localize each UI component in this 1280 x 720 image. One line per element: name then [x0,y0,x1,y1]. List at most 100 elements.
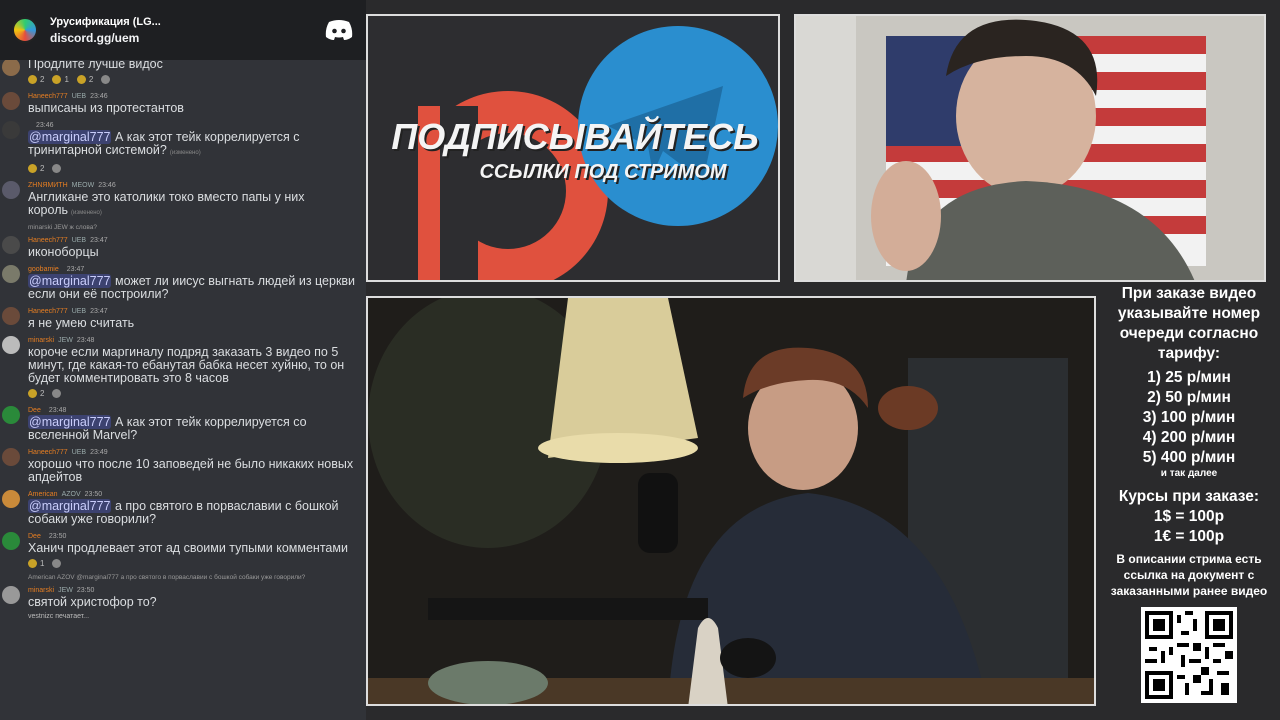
timestamp: 23:47 [66,265,85,273]
emoji-icon [76,75,86,84]
avatar[interactable] [2,532,20,550]
message-text: выписаны из протестантов [28,102,362,115]
reaction-count: 1 [40,559,45,568]
reaction-button[interactable]: 2 [28,389,44,398]
avatar[interactable] [2,336,20,354]
chat-message: minarski JEW 23:50 святой христофор то? [0,584,366,609]
avatar[interactable] [2,236,20,254]
add-reaction-icon[interactable] [52,164,62,173]
tariff-item: 1) 25 р/мин [1147,369,1231,386]
timestamp: 23:48 [48,406,67,414]
chat-message: Haneech777 UEB 23:47 я не умею считать [0,305,366,330]
chat-message: Продлите лучше видос 2 1 2 [0,58,366,86]
chat-message: Dee 23:48 @marginal777 А как этот тейк кор… [0,404,366,442]
reaction-button[interactable]: 2 [76,75,94,84]
timestamp: 23:47 [90,307,108,315]
chat-message: minarski JEW 23:48 короче если маргиналу по… [0,334,366,400]
avatar[interactable] [2,92,20,110]
stream-description-note: В описании стрима есть ссылка на докумен… [1110,552,1268,598]
reaction-count: 1 [64,75,69,84]
discord-icon [325,20,353,40]
rate-item: 1€ = 100р [1153,528,1225,545]
username[interactable]: Haneech777 [28,308,68,315]
qr-code[interactable] [1141,607,1237,703]
avatar[interactable] [2,265,20,283]
reaction-count: 2 [40,389,45,398]
reaction-button[interactable]: 1 [28,559,44,568]
avatar[interactable] [2,58,20,76]
reply-preview[interactable]: American AZOV @marginal777 а про святого… [0,574,366,584]
chat-message: Haneech777 UEB 23:46 выписаны из протестант… [0,90,366,115]
chat-message: Haneech777 UEB 23:49 хорошо что после 10 за… [0,446,366,484]
username[interactable]: Haneech777 [28,449,68,456]
video-image [368,298,1094,704]
reaction-count: 2 [40,164,45,173]
username[interactable]: Dee [28,533,41,540]
message-list: Продлите лучше видос 2 1 2 Haneech777 UEB 23:4… [0,58,366,620]
role-badge: UEB [71,307,87,315]
promo-title: ПОДПИСЫВАЙТЕСЬ [391,116,759,157]
message-body: Англикане это католики токо вместо папы … [28,190,305,217]
user-mention[interactable]: @marginal777 [28,274,112,288]
avatar[interactable] [2,307,20,325]
tariff-item: 5) 400 р/мин [1142,449,1236,466]
timestamp: 23:46 [90,92,108,100]
emoji-icon [28,389,37,398]
emoji-icon [52,75,62,84]
reactions-bar: 1 [28,557,362,570]
avatar[interactable] [2,490,20,508]
avatar[interactable] [2,181,20,199]
reaction-button[interactable]: 1 [52,75,69,84]
timestamp: 23:48 [76,336,95,344]
message-text: короче если маргиналу подряд заказать 3 … [28,346,362,385]
timestamp: 23:50 [84,490,103,498]
promo-banner: ПОДПИСЫВАЙТЕСЬ ССЫЛКИ ПОД СТРИМОМ [366,14,780,282]
role-badge: UEB [71,448,87,456]
reaction-count: 2 [88,75,94,84]
edited-label: (изменено) [71,210,102,216]
chat-message: 23:46 @marginal777 А как этот тейк коррел… [0,119,366,175]
avatar[interactable] [2,448,20,466]
server-icon [12,17,38,43]
avatar[interactable] [2,406,20,424]
add-reaction-icon[interactable] [52,559,62,568]
server-name: Урусификация (LG... [50,15,161,28]
chat-message: goobamie 23:47 @marginal777 может ли иисус… [0,263,366,301]
timestamp: 23:50 [76,586,95,594]
chat-message: Dee 23:50 Ханич продлевает этот ад своими … [0,530,366,570]
reaction-button[interactable]: 2 [28,164,44,173]
user-mention[interactable]: @marginal777 [28,130,112,144]
reaction-button[interactable]: 2 [28,75,44,84]
role-badge: JEW [58,336,73,344]
mic-arm [428,598,708,620]
cloth [428,661,548,704]
avatar[interactable] [2,121,20,139]
tariff-item: 4) 200 р/мин [1142,429,1236,446]
username[interactable]: minarski [28,587,54,594]
server-invite[interactable]: discord.gg/uem [50,31,324,45]
person-hand [871,161,941,271]
role-badge: JEW [58,586,73,594]
user-mention[interactable]: @marginal777 [28,499,112,513]
reply-preview[interactable]: minarski JEW ж слова? [0,224,366,234]
add-reaction-icon[interactable] [52,389,62,398]
username[interactable]: Haneech777 [28,237,68,244]
timestamp: 23:47 [90,236,108,244]
username[interactable]: Haneech777 [28,93,68,100]
avatar[interactable] [2,586,20,604]
username[interactable]: ZHNЯMИТН [28,182,68,189]
username[interactable]: goobamie [28,266,59,273]
username[interactable]: minarski [28,337,54,344]
message-text: святой христофор то? [28,596,362,609]
message-text: иконоборцы [28,246,362,259]
message-body: иконоборцы [28,245,99,259]
server-header[interactable]: Урусификация (LG... discord.gg/uem [0,0,366,60]
user-mention[interactable]: @marginal777 [28,415,112,429]
order-heading: При заказе видео указывайте номер очеред… [1117,285,1261,362]
add-reaction-icon[interactable] [101,75,111,84]
username[interactable]: American [28,491,58,498]
chat-message: ZHNЯMИТН MEOW 23:46 Англикане это католики … [0,179,366,220]
message-body: хорошо что после 10 заповедей не было ни… [28,457,354,484]
username[interactable]: Dee [28,407,41,414]
reactions-bar: 2 [28,162,362,175]
